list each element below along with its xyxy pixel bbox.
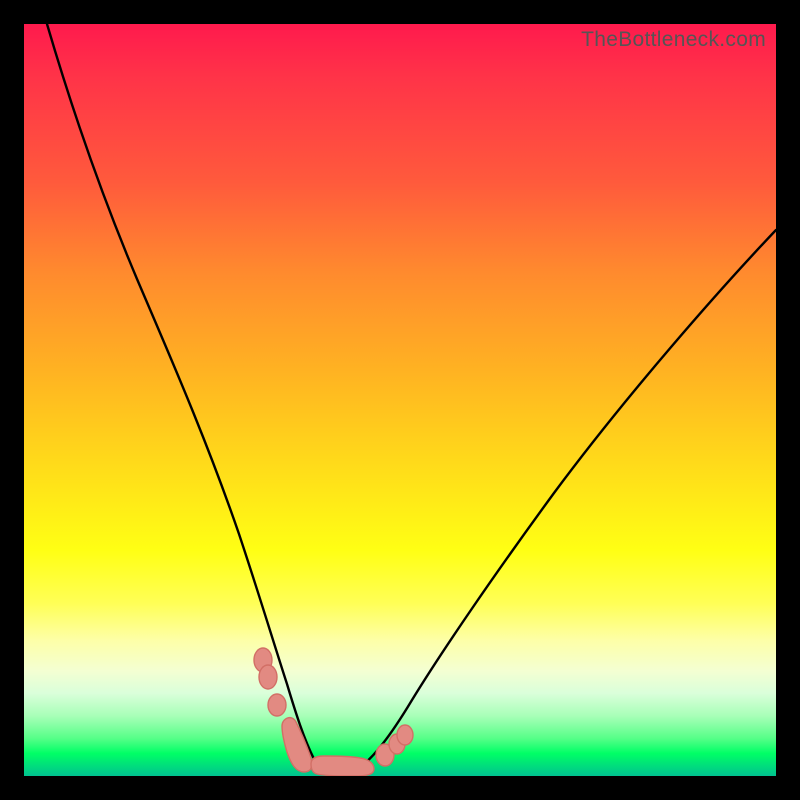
left-single-nodule xyxy=(268,694,286,716)
chart-frame: TheBottleneck.com xyxy=(0,0,800,800)
curve-overlay xyxy=(24,24,776,776)
left-double-nodule-b xyxy=(259,665,277,689)
flat-bottom-blob xyxy=(311,756,374,776)
curve-markers xyxy=(254,648,413,776)
right-double-nodule-b xyxy=(397,725,413,745)
plot-area: TheBottleneck.com xyxy=(24,24,776,776)
bottleneck-curve xyxy=(47,24,776,774)
